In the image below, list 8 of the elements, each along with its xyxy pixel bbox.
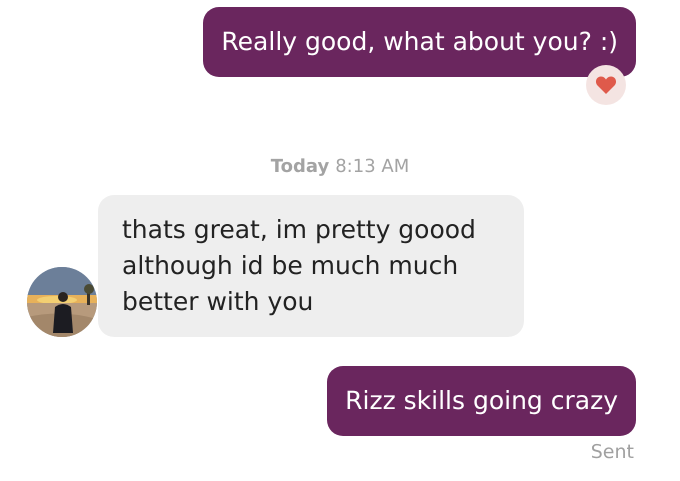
delivery-status: Sent [590,441,634,463]
timestamp-day: Today [270,156,330,178]
reaction-badge[interactable] [586,65,626,105]
message-bubble: Really good, what about you? :) [203,7,636,77]
timestamp-time: 8:13 AM [335,156,410,178]
heart-icon [595,75,617,95]
message-bubble: Rizz skills going crazy [327,366,636,436]
message-bubble: thats great, im pretty goood although id be much much better with you [98,195,524,337]
